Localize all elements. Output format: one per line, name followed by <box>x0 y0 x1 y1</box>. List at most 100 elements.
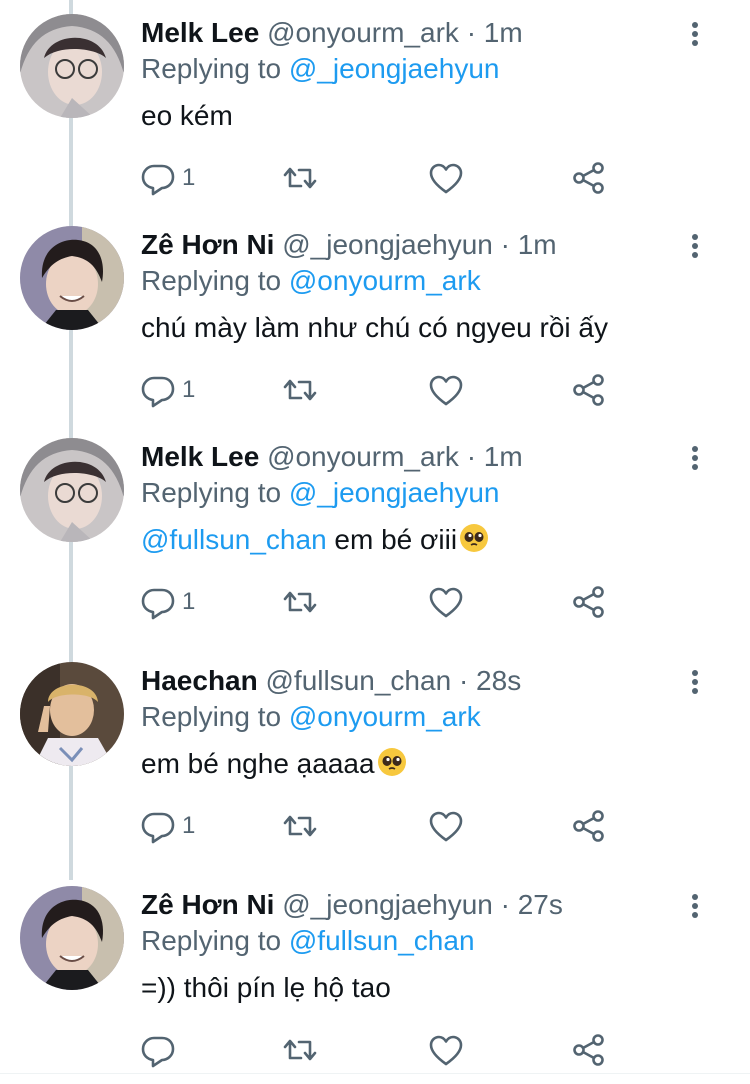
heart-icon <box>429 163 463 194</box>
replying-to: Replying to @onyourm_ark <box>141 264 481 298</box>
display-name[interactable]: Zê Hơn Ni <box>141 889 274 920</box>
avatar[interactable] <box>20 226 124 330</box>
user-handle[interactable]: @onyourm_ark <box>267 17 459 48</box>
more-vertical-icon[interactable] <box>680 664 710 698</box>
user-handle[interactable]: @_jeongjaehyun <box>282 889 493 920</box>
more-vertical-icon[interactable] <box>680 888 710 922</box>
share-button[interactable] <box>571 582 607 622</box>
display-name[interactable]: Melk Lee <box>141 17 259 48</box>
reply-button[interactable]: 1 <box>140 806 195 846</box>
replying-to-label: Replying to <box>141 265 282 296</box>
retweet-button[interactable] <box>282 1030 318 1070</box>
replying-to-mention[interactable]: @onyourm_ark <box>289 265 481 296</box>
retweet-icon <box>283 379 317 401</box>
like-button[interactable] <box>428 582 464 622</box>
share-icon <box>573 162 604 194</box>
more-vertical-icon[interactable] <box>680 228 710 262</box>
heart-icon <box>429 1035 463 1066</box>
share-icon <box>573 1034 604 1066</box>
heart-icon <box>429 375 463 406</box>
tweet-text-content: =)) thôi pín lẹ hộ tao <box>141 972 391 1003</box>
tweet-actions: 1 <box>140 582 620 622</box>
separator-dot: · <box>466 17 477 48</box>
pleading-face-icon <box>377 748 406 776</box>
tweet-actions <box>140 1030 620 1070</box>
user-handle[interactable]: @onyourm_ark <box>267 441 459 472</box>
retweet-button[interactable] <box>282 158 318 198</box>
replying-to: Replying to @onyourm_ark <box>141 700 481 734</box>
tweet-4[interactable]: Zê Hơn Ni @_jeongjaehyun · 27s Replying … <box>0 872 750 1084</box>
share-icon <box>573 374 604 406</box>
divider <box>0 1073 750 1074</box>
like-button[interactable] <box>428 806 464 846</box>
heart-icon <box>429 811 463 842</box>
share-button[interactable] <box>571 1030 607 1070</box>
tweet-text: =)) thôi pín lẹ hộ tao <box>141 970 391 1006</box>
avatar[interactable] <box>20 438 124 542</box>
tweet-mention[interactable]: @fullsun_chan <box>141 524 327 555</box>
tweet-text: @fullsun_chan em bé ơiii <box>141 522 489 558</box>
retweet-button[interactable] <box>282 582 318 622</box>
tweet-0[interactable]: Melk Lee @onyourm_ark · 1m Replying to @… <box>0 0 750 212</box>
replying-to: Replying to @fullsun_chan <box>141 924 475 958</box>
haechan-avatar-image <box>20 662 124 766</box>
user-handle[interactable]: @_jeongjaehyun <box>282 229 493 260</box>
share-button[interactable] <box>571 370 607 410</box>
display-name[interactable]: Haechan <box>141 665 258 696</box>
timestamp[interactable]: 1m <box>518 229 557 260</box>
user-handle[interactable]: @fullsun_chan <box>266 665 452 696</box>
tweet-header: Melk Lee @onyourm_ark · 1m <box>141 16 523 50</box>
reply-button[interactable] <box>140 1030 182 1070</box>
like-button[interactable] <box>428 370 464 410</box>
replying-to-label: Replying to <box>141 477 282 508</box>
retweet-icon <box>283 167 317 189</box>
replying-to-mention[interactable]: @onyourm_ark <box>289 701 481 732</box>
heart-icon <box>429 587 463 618</box>
avatar[interactable] <box>20 886 124 990</box>
reply-button[interactable]: 1 <box>140 370 195 410</box>
tweet-3[interactable]: Haechan @fullsun_chan · 28s Replying to … <box>0 648 750 860</box>
timestamp[interactable]: 28s <box>476 665 521 696</box>
timestamp[interactable]: 1m <box>484 17 523 48</box>
tweet-2[interactable]: Melk Lee @onyourm_ark · 1m Replying to @… <box>0 424 750 636</box>
reply-bubble-icon <box>141 376 175 408</box>
timestamp[interactable]: 27s <box>518 889 563 920</box>
separator-dot: · <box>466 441 477 472</box>
reply-bubble-icon <box>141 1036 175 1068</box>
display-name[interactable]: Zê Hơn Ni <box>141 229 274 260</box>
replying-to-label: Replying to <box>141 701 282 732</box>
more-vertical-icon[interactable] <box>680 16 710 50</box>
avatar[interactable] <box>20 662 124 766</box>
like-button[interactable] <box>428 158 464 198</box>
tweet-actions: 1 <box>140 806 620 846</box>
share-button[interactable] <box>571 806 607 846</box>
replying-to-mention[interactable]: @_jeongjaehyun <box>289 477 500 508</box>
reply-bubble-icon <box>141 812 175 844</box>
reply-button[interactable]: 1 <box>140 158 195 198</box>
tweet-header: Zê Hơn Ni @_jeongjaehyun · 27s <box>141 888 563 922</box>
replying-to: Replying to @_jeongjaehyun <box>141 52 499 86</box>
reply-bubble-icon <box>141 588 175 620</box>
more-vertical-icon[interactable] <box>680 440 710 474</box>
tweet-text: chú mày làm như chú có ngyeu rồi ấy <box>141 310 608 346</box>
replying-to-label: Replying to <box>141 925 282 956</box>
avatar[interactable] <box>20 14 124 118</box>
tweet-text-content: chú mày làm như chú có ngyeu rồi ấy <box>141 312 608 343</box>
tweet-1[interactable]: Zê Hơn Ni @_jeongjaehyun · 1m Replying t… <box>0 212 750 424</box>
share-button[interactable] <box>571 158 607 198</box>
like-button[interactable] <box>428 1030 464 1070</box>
jaehyun-avatar-image <box>20 226 124 330</box>
reply-button[interactable]: 1 <box>140 582 195 622</box>
replying-to-mention[interactable]: @_jeongjaehyun <box>289 53 500 84</box>
retweet-icon <box>283 1039 317 1061</box>
retweet-button[interactable] <box>282 806 318 846</box>
separator-dot: · <box>500 229 510 260</box>
melk-avatar-image <box>20 14 124 118</box>
timestamp[interactable]: 1m <box>484 441 523 472</box>
retweet-button[interactable] <box>282 370 318 410</box>
tweet-header: Melk Lee @onyourm_ark · 1m <box>141 440 523 474</box>
jaehyun-avatar-image <box>20 886 124 990</box>
reply-count: 1 <box>182 164 196 191</box>
replying-to-mention[interactable]: @fullsun_chan <box>289 925 475 956</box>
display-name[interactable]: Melk Lee <box>141 441 259 472</box>
